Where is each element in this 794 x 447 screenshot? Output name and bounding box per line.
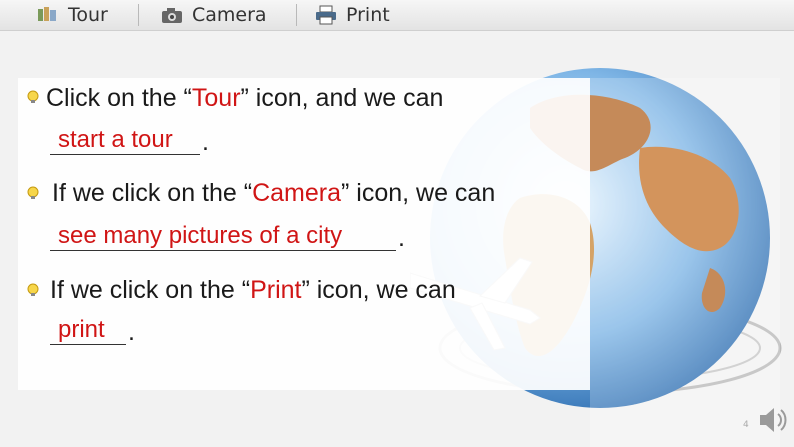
question-3-post: ” icon, we can [301, 276, 456, 304]
question-1-post: ” icon, and we can [240, 84, 444, 112]
answer-2: see many pictures of a city [58, 222, 343, 249]
print-button[interactable]: Print [314, 0, 390, 30]
page-number: 4 [743, 420, 749, 430]
camera-button[interactable]: Camera [160, 0, 267, 30]
question-2-pre: If we click on the “ [52, 179, 253, 207]
camera-icon [162, 8, 182, 23]
toolbar: Tour Camera Print [0, 0, 794, 31]
question-1: Click on the “Tour” icon, and we can [46, 84, 443, 113]
answer-3: print [58, 316, 105, 343]
tour-button[interactable]: Tour [36, 0, 108, 30]
question-1-keyword: Tour [191, 84, 241, 112]
answer-2-period: . [398, 224, 405, 252]
question-panel: Click on the “Tour” icon, and we can sta… [18, 78, 590, 390]
speaker-icon[interactable] [756, 402, 790, 438]
bulb-bullet-icon [27, 186, 39, 199]
tour-icon [38, 7, 56, 21]
answer-1: start a tour [58, 126, 173, 153]
question-3-keyword: Print [250, 276, 302, 304]
tour-label: Tour [68, 4, 108, 26]
question-1-pre: Click on the “ [46, 84, 192, 112]
bulb-bullet-icon [27, 283, 39, 296]
toolbar-divider [138, 4, 139, 26]
question-2-post: ” icon, we can [341, 179, 496, 207]
toolbar-divider [296, 4, 297, 26]
print-icon [316, 5, 336, 25]
camera-label: Camera [192, 4, 267, 26]
question-3-pre: If we click on the “ [50, 276, 251, 304]
print-label: Print [346, 4, 390, 26]
question-3: If we click on the “Print” icon, we can [50, 276, 456, 305]
question-2: If we click on the “Camera” icon, we can [52, 179, 495, 208]
answer-1-period: . [202, 128, 209, 156]
question-2-keyword: Camera [252, 179, 341, 207]
bulb-bullet-icon [27, 90, 39, 103]
answer-3-period: . [128, 318, 135, 346]
